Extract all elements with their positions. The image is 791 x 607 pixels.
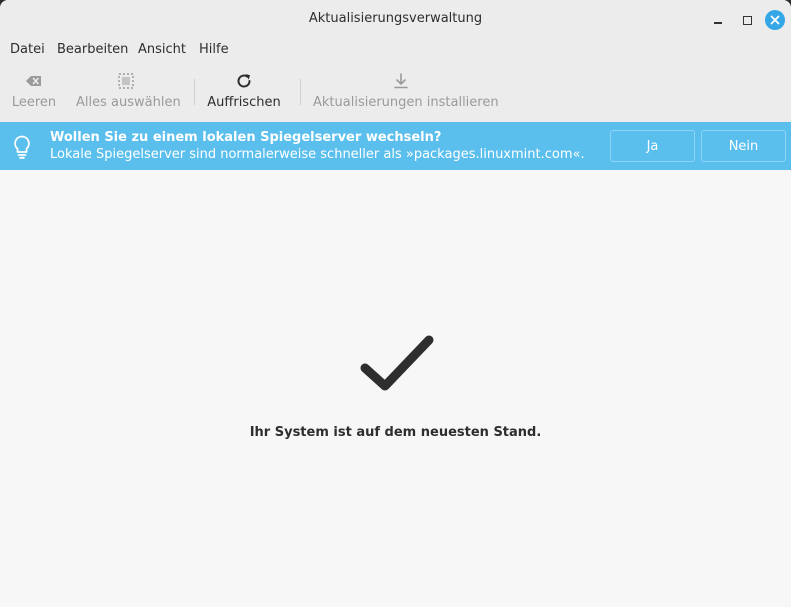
infobar-text: Lokale Spiegelserver sind normalerweise … [50,147,585,162]
update-manager-window: Aktualisierungsverwaltung Datei Bearbeit… [0,0,791,607]
maximize-button[interactable] [737,10,757,30]
refresh-button[interactable]: Auffrischen [205,62,283,122]
menu-file[interactable]: Datei [10,42,45,57]
lightbulb-icon [14,135,30,159]
menu-edit[interactable]: Bearbeiten [57,42,128,57]
close-button[interactable] [765,10,785,30]
menu-bar: Datei Bearbeiten Ansicht Hilfe [0,38,791,62]
up-to-date-message: Ihr System ist auf dem neuesten Stand. [249,425,542,440]
title-bar[interactable]: Aktualisierungsverwaltung [0,0,791,38]
menu-view[interactable]: Ansicht [138,42,186,57]
yes-button[interactable]: Ja [610,130,695,162]
refresh-icon [237,74,251,88]
window-title: Aktualisierungsverwaltung [308,11,483,26]
close-icon [770,15,780,25]
infobar-title: Wollen Sie zu einem lokalen Spiegelserve… [50,130,442,145]
maximize-icon [742,15,752,25]
download-icon [394,73,408,89]
select-all-label: Alles auswählen [76,95,181,110]
no-button[interactable]: Nein [701,130,786,162]
select-all-button[interactable]: Alles auswählen [76,62,181,122]
main-content: Ihr System ist auf dem neuesten Stand. [0,170,791,607]
minimize-icon [714,22,722,24]
backspace-icon [26,76,41,86]
toolbar-separator [194,79,195,105]
install-updates-button[interactable]: Aktualisierungen installieren [313,62,499,122]
select-all-icon [118,73,134,89]
mirror-infobar: Wollen Sie zu einem lokalen Spiegelserve… [0,122,791,170]
menu-help[interactable]: Hilfe [199,42,229,57]
install-updates-label: Aktualisierungen installieren [313,95,499,110]
toolbar-separator [300,79,301,105]
clear-button[interactable]: Leeren [8,62,60,122]
refresh-label: Auffrischen [207,95,281,110]
clear-label: Leeren [11,95,57,110]
checkmark-icon [360,335,434,391]
minimize-button[interactable] [708,10,728,30]
toolbar: Leeren Alles auswählen Auffrischen Aktua… [0,62,791,122]
